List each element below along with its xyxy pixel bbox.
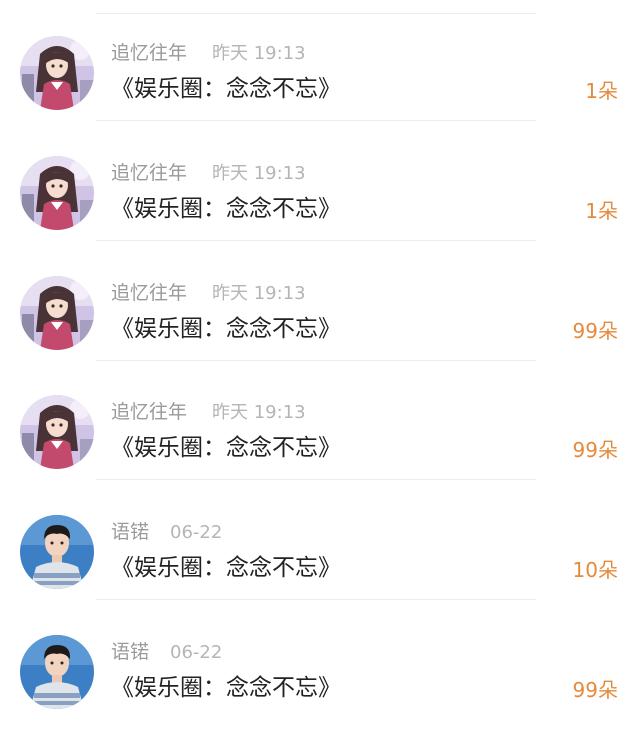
young-man-avatar-icon[interactable]: [20, 515, 94, 589]
timestamp: 昨天 19:13: [212, 283, 306, 304]
user-name: 追忆往年: [111, 401, 188, 423]
flower-count: 1朵: [585, 199, 618, 223]
flower-count: 1朵: [585, 79, 618, 103]
anime-girl-avatar-icon[interactable]: [20, 276, 94, 350]
user-name: 追忆往年: [111, 162, 188, 184]
flower-count: 99朵: [572, 678, 618, 702]
list-item[interactable]: 追忆往年 昨天 19:13 《娱乐圈：念念不忘》 99朵: [0, 359, 640, 480]
flower-count: 99朵: [572, 319, 618, 343]
timestamp: 昨天 19:13: [212, 43, 306, 64]
book-title: 《娱乐圈：念念不忘》: [111, 555, 341, 581]
list-item[interactable]: 追忆往年 昨天 19:13 《娱乐圈：念念不忘》 1朵: [0, 120, 640, 241]
book-title: 《娱乐圈：念念不忘》: [111, 435, 341, 461]
user-name: 追忆往年: [111, 282, 188, 304]
book-title: 《娱乐圈：念念不忘》: [111, 196, 341, 222]
book-title: 《娱乐圈：念念不忘》: [111, 76, 341, 102]
timestamp: 昨天 19:13: [212, 402, 306, 423]
list-item[interactable]: 语锘 06-22 《娱乐圈：念念不忘》 99朵: [0, 599, 640, 719]
flower-count: 10朵: [572, 558, 618, 582]
list-item[interactable]: 追忆往年 昨天 19:13 《娱乐圈：念念不忘》 99朵: [0, 240, 640, 361]
user-name: 语锘: [111, 521, 150, 543]
timestamp: 06-22: [170, 642, 223, 663]
timestamp: 06-22: [170, 522, 223, 543]
anime-girl-avatar-icon[interactable]: [20, 36, 94, 110]
book-title: 《娱乐圈：念念不忘》: [111, 316, 341, 342]
timestamp: 昨天 19:13: [212, 163, 306, 184]
list-item[interactable]: 追忆往年 昨天 19:13 《娱乐圈：念念不忘》 1朵: [0, 0, 640, 121]
anime-girl-avatar-icon[interactable]: [20, 156, 94, 230]
book-title: 《娱乐圈：念念不忘》: [111, 675, 341, 701]
list-item[interactable]: 语锘 06-22 《娱乐圈：念念不忘》 10朵: [0, 479, 640, 600]
young-man-avatar-icon[interactable]: [20, 635, 94, 709]
flower-count: 99朵: [572, 438, 618, 462]
user-name: 追忆往年: [111, 42, 188, 64]
user-name: 语锘: [111, 641, 150, 663]
anime-girl-avatar-icon[interactable]: [20, 395, 94, 469]
